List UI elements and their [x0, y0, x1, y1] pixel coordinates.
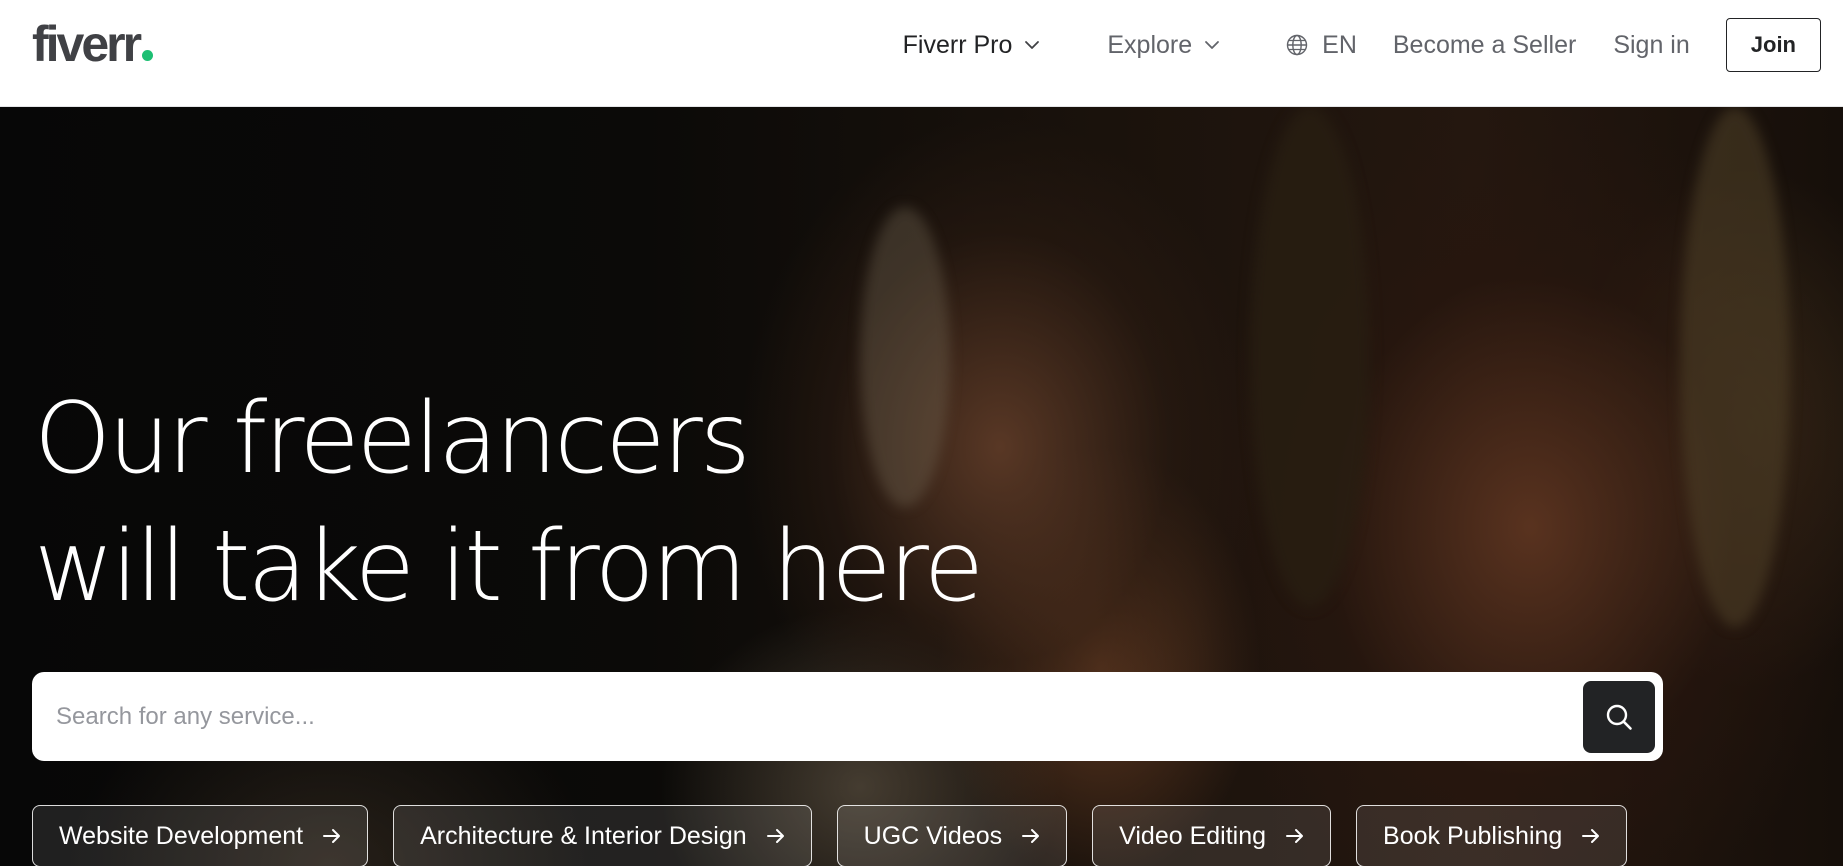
- chevron-down-icon: [1025, 41, 1040, 49]
- main-nav: Fiverr Pro Explore EN Become a Seller Si…: [903, 0, 1821, 90]
- hero-title-line-2: will take it from here: [34, 510, 984, 624]
- logo-text: fiverr: [32, 16, 142, 72]
- arrow-right-icon: [323, 829, 341, 843]
- fiverr-logo[interactable]: fiverr: [32, 16, 154, 72]
- nav-fiverr-pro[interactable]: Fiverr Pro: [903, 31, 1041, 60]
- logo-dot: [142, 50, 154, 61]
- arrow-right-icon: [766, 829, 784, 843]
- nav-become-seller-label: Become a Seller: [1392, 30, 1577, 59]
- chip-website-development[interactable]: Website Development: [32, 805, 369, 866]
- search-input[interactable]: [32, 672, 1583, 761]
- nav-explore[interactable]: Explore: [1107, 31, 1220, 60]
- chip-ugc-videos[interactable]: UGC Videos: [836, 805, 1068, 866]
- chip-label: UGC Videos: [863, 821, 1003, 850]
- nav-sign-in[interactable]: Sign in: [1613, 31, 1689, 60]
- popular-services-chips: Website Development Architecture & Inter…: [32, 805, 1628, 866]
- arrow-right-icon: [1286, 829, 1304, 843]
- chip-architecture-interior-design[interactable]: Architecture & Interior Design: [393, 805, 812, 866]
- hair-shape: [1680, 107, 1790, 627]
- search-bar: [32, 672, 1663, 761]
- globe-icon: [1286, 34, 1308, 56]
- chip-video-editing[interactable]: Video Editing: [1092, 805, 1332, 866]
- chip-book-publishing[interactable]: Book Publishing: [1356, 805, 1628, 866]
- hero-section: Our freelancers will take it from here W…: [0, 107, 1843, 866]
- arrow-right-icon: [1022, 829, 1040, 843]
- search-button[interactable]: [1583, 680, 1655, 753]
- nav-become-seller[interactable]: Become a Seller: [1393, 31, 1576, 60]
- join-button[interactable]: Join: [1725, 18, 1821, 72]
- hero-title: Our freelancers will take it from here: [34, 375, 984, 631]
- search-icon: [1606, 704, 1632, 730]
- hero-title-line-1: Our freelancers: [34, 382, 751, 496]
- chip-label: Architecture & Interior Design: [420, 821, 747, 850]
- top-header: fiverr Fiverr Pro Explore EN Become a Se…: [0, 0, 1843, 107]
- chip-label: Book Publishing: [1383, 821, 1563, 850]
- hair-shape: [1250, 107, 1370, 607]
- nav-fiverr-pro-label: Fiverr Pro: [902, 30, 1013, 59]
- nav-language-label: EN: [1322, 30, 1357, 59]
- chip-label: Website Development: [59, 821, 304, 850]
- nav-language[interactable]: EN: [1286, 31, 1357, 60]
- nav-explore-label: Explore: [1107, 30, 1193, 59]
- chip-label: Video Editing: [1119, 821, 1267, 850]
- chevron-down-icon: [1205, 41, 1220, 49]
- nav-sign-in-label: Sign in: [1613, 30, 1690, 59]
- arrow-right-icon: [1582, 829, 1600, 843]
